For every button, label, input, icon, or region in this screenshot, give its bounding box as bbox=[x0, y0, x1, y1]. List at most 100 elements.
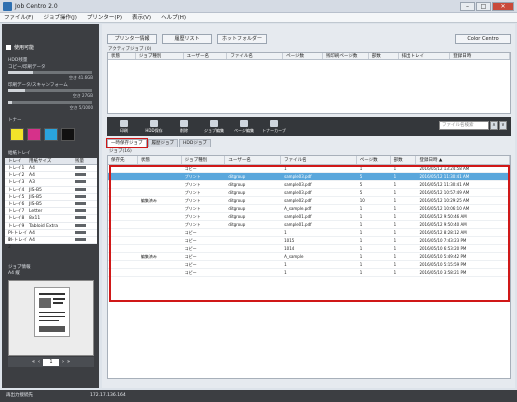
job-cell-dest bbox=[108, 197, 138, 204]
hot-folder-button[interactable]: ホットフォルダー bbox=[217, 34, 267, 44]
file-search-input[interactable]: ファイル名検索 bbox=[439, 121, 489, 130]
job-cell-pages: 1 bbox=[359, 214, 363, 219]
hdd-save-button[interactable]: HDD保存 bbox=[141, 117, 167, 136]
page-number-input[interactable]: 1 bbox=[43, 358, 59, 366]
job-row[interactable]: コピー 1 1 1 2016/05/10 3:58:21 PM bbox=[108, 269, 510, 277]
job-row[interactable]: コピー 1 1 1 2016/05/12 8:28:12 AM bbox=[108, 229, 510, 237]
job-row[interactable]: プリント ditgroup sample01.pdf 1 1 2016/05/12 9:5… bbox=[108, 213, 510, 221]
job-row[interactable]: コピー 1 1 1 2016/05/12 13:24:58 AM bbox=[108, 165, 510, 173]
tray-name: トレイ2 bbox=[8, 173, 25, 179]
job-cell-pages: 5 bbox=[359, 190, 363, 195]
job-row[interactable]: プリント ditgroup sample03.pdf 5 1 2016/05/12 11:… bbox=[108, 181, 510, 189]
job-row[interactable]: 編集済み コピー A_sample 1 1 2016/05/10 5:49:42 PM bbox=[108, 253, 510, 261]
tray-row: トレイ8 8x11 bbox=[5, 215, 97, 223]
search-prev-button[interactable]: ∧ bbox=[490, 121, 498, 130]
active-col-header[interactable]: 残印刷ページ数 bbox=[323, 53, 369, 59]
menu-help[interactable]: ヘルプ(H) bbox=[161, 13, 186, 22]
job-cell-user: ditgroup bbox=[228, 214, 246, 219]
job-cell-file: sample01.pdf bbox=[284, 222, 312, 227]
tone-curve-button[interactable]: トナーカーブ bbox=[261, 117, 287, 136]
job-cell-file: sample03.pdf bbox=[284, 182, 312, 187]
tray-size: A3 bbox=[29, 180, 35, 186]
active-col-header[interactable]: 部数 bbox=[369, 53, 399, 59]
tray-level bbox=[75, 194, 95, 200]
first-page-button[interactable]: « bbox=[32, 359, 35, 365]
job-col-header[interactable]: ジョブ種別 bbox=[182, 156, 226, 164]
menu-view[interactable]: 表示(V) bbox=[132, 13, 151, 22]
job-col-header[interactable]: 状態 bbox=[138, 156, 182, 164]
active-col-header[interactable]: ジョブ種別 bbox=[136, 53, 184, 59]
tab-history-jobs[interactable]: 履歴ジョブ bbox=[147, 139, 178, 147]
active-col-header[interactable]: 状態 bbox=[108, 53, 136, 59]
job-cell-type: プリント bbox=[184, 222, 201, 227]
search-next-button[interactable]: ∨ bbox=[499, 121, 507, 130]
job-row[interactable]: 編集済み プリント ditgroup sample02.pdf 10 1 2016/05/1… bbox=[108, 197, 510, 205]
tray-row: PI-トレイ1 A4 bbox=[5, 230, 97, 243]
page-edit-button[interactable]: ページ編集 bbox=[231, 117, 257, 136]
job-cell-file: 1 bbox=[284, 230, 287, 235]
close-button[interactable]: ✕ bbox=[492, 2, 514, 11]
history-list-button[interactable]: 履歴リスト bbox=[162, 34, 212, 44]
job-col-header[interactable]: 登録日時 ▲ bbox=[416, 156, 510, 164]
job-edit-icon bbox=[210, 120, 218, 127]
active-jobs-table: 状態 ジョブ種別 ユーザー名 ファイル名 ページ数 残印刷ページ数 部数 排出トレイ 登録日時 bbox=[107, 52, 511, 114]
tone-curve-icon bbox=[270, 120, 278, 127]
tab-held-jobs[interactable]: 一時保存ジョブ bbox=[106, 138, 148, 148]
menu-file[interactable]: ファイル(F) bbox=[4, 13, 33, 22]
trash-icon bbox=[180, 120, 188, 127]
printer-info-button[interactable]: プリンター情報 bbox=[107, 34, 157, 44]
job-col-header[interactable]: 保存先 bbox=[108, 156, 138, 164]
menu-job[interactable]: ジョブ操作(J) bbox=[43, 13, 76, 22]
job-cell-file: sample03.pdf bbox=[284, 190, 312, 195]
active-col-header[interactable]: ページ数 bbox=[283, 53, 323, 59]
status-bar: 再出力接続先 172.17.136.164 bbox=[0, 390, 517, 402]
job-row[interactable]: コピー 1014 1 1 2016/05/10 6:53:20 PM bbox=[108, 245, 510, 253]
delete-button[interactable]: 削除 bbox=[171, 117, 197, 136]
job-cell-state: 編集済み bbox=[140, 198, 157, 203]
job-cell-date: 2016/05/12 9:50:40 AM bbox=[419, 222, 467, 227]
toner-magenta bbox=[27, 128, 41, 141]
job-cell-file: sample03.pdf bbox=[284, 174, 312, 179]
tab-hdd-jobs[interactable]: HDDジョブ bbox=[179, 139, 211, 147]
job-col-header[interactable]: ユーザー名 bbox=[225, 156, 282, 164]
active-col-header[interactable]: ファイル名 bbox=[227, 53, 284, 59]
job-cell-copies: 1 bbox=[393, 262, 397, 267]
job-cell-date: 2016/05/12 11:30:41 AM bbox=[419, 174, 470, 179]
job-row[interactable]: コピー 1015 1 1 2016/05/10 7:43:23 PM bbox=[108, 237, 510, 245]
tray-row: PI-トレイ2 A4 bbox=[5, 237, 97, 250]
color-centro-button[interactable]: Color Centro bbox=[455, 34, 511, 44]
scan-label: 印刷データ/スキャンフォーム bbox=[8, 83, 68, 88]
job-row[interactable]: コピー 1 1 1 2016/05/10 5:15:59 PM bbox=[108, 261, 510, 269]
job-cell-copies: 1 bbox=[393, 206, 397, 211]
job-col-header[interactable]: ファイル名 bbox=[281, 156, 357, 164]
job-col-header[interactable]: 部数 bbox=[391, 156, 417, 164]
menu-printer[interactable]: プリンター(P) bbox=[87, 13, 122, 22]
job-row[interactable]: プリント ditgroup sample03.pdf 5 1 2016/05/12 11:… bbox=[108, 173, 510, 181]
tray-name: トレイ1 bbox=[8, 166, 25, 171]
job-cell-file: 1 bbox=[284, 166, 287, 171]
prev-page-button[interactable]: ‹ bbox=[38, 359, 40, 365]
print-button[interactable]: 印刷 bbox=[111, 117, 137, 136]
job-row[interactable]: プリント ditgroup sample01.pdf 1 1 2016/05/12 9:5… bbox=[108, 221, 510, 229]
active-col-header[interactable]: ユーザー名 bbox=[184, 53, 228, 59]
minimize-button[interactable]: – bbox=[460, 2, 475, 11]
status-icon bbox=[6, 45, 11, 50]
job-cell-user bbox=[225, 165, 281, 172]
active-col-header[interactable]: 排出トレイ bbox=[399, 53, 451, 59]
tray-size: A4 bbox=[29, 166, 35, 171]
job-row[interactable]: プリント ditgroup sample03.pdf 5 1 2016/05/12 10:… bbox=[108, 189, 510, 197]
next-page-button[interactable]: › bbox=[62, 359, 64, 365]
job-row[interactable]: プリント ditgroup A_sample.pdf 1 1 2016/05/12 10:… bbox=[108, 205, 510, 213]
job-cell-file: sample02.pdf bbox=[284, 198, 312, 203]
window-title: Job Centro 2.0 bbox=[15, 3, 58, 10]
tray-level bbox=[75, 187, 95, 193]
tray-level bbox=[75, 230, 95, 236]
job-cell-dest bbox=[108, 213, 138, 220]
job-cell-state bbox=[138, 245, 182, 252]
maximize-button[interactable]: □ bbox=[476, 2, 491, 11]
active-col-header[interactable]: 登録日時 bbox=[450, 53, 510, 59]
last-page-button[interactable]: » bbox=[67, 359, 70, 365]
tray-name: トレイ5 bbox=[8, 194, 25, 200]
job-col-header[interactable]: ページ数 bbox=[357, 156, 391, 164]
job-edit-button[interactable]: ジョブ編集 bbox=[201, 117, 227, 136]
